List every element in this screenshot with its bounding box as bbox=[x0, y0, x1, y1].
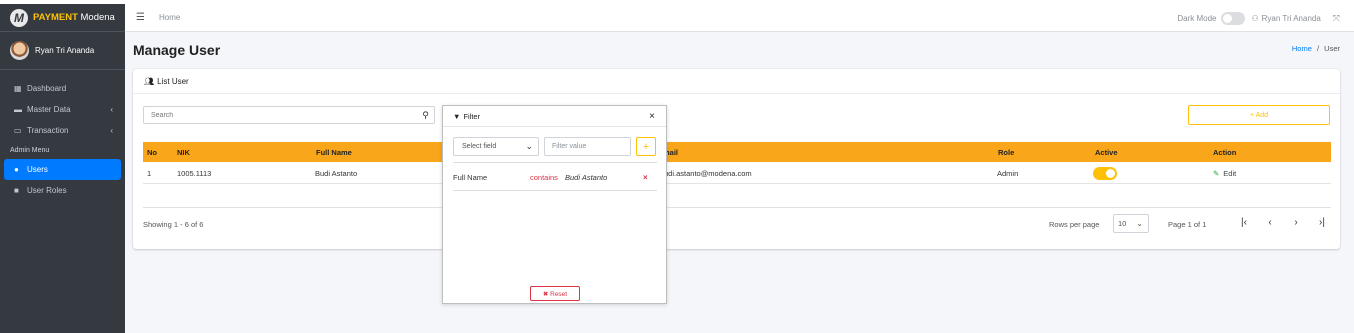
search-box: ⚲ bbox=[143, 106, 435, 124]
filter-value-input[interactable]: Filter value bbox=[544, 137, 631, 156]
divider bbox=[453, 162, 657, 163]
breadcrumb: Home / User bbox=[1292, 44, 1340, 53]
users-icon: 👥︎ bbox=[144, 76, 155, 86]
remove-rule-icon[interactable]: × bbox=[643, 173, 648, 182]
filter-header: ▼ Filter × bbox=[443, 106, 666, 127]
user-panel[interactable]: Ryan Tri Ananda bbox=[0, 32, 125, 70]
card-title: List User bbox=[157, 76, 189, 86]
edit-label: Edit bbox=[1223, 168, 1237, 178]
filter-popup: ▼ Filter × Select field ⌄ Filter value +… bbox=[442, 105, 667, 304]
sidebar-item-dashboard[interactable]: ▦ Dashboard bbox=[4, 78, 121, 99]
topbar-user-name[interactable]: Ryan Tri Ananda bbox=[1262, 14, 1321, 23]
topbar-home-link[interactable]: Home bbox=[159, 13, 180, 22]
sidebar-item-user-roles[interactable]: ■ User Roles bbox=[4, 180, 121, 201]
table-row: 1 1005.1113 Budi Astanto udi.astanto@mod… bbox=[143, 163, 1331, 184]
dark-mode-label: Dark Mode bbox=[1177, 13, 1217, 23]
next-page-icon[interactable]: › bbox=[1283, 217, 1309, 228]
rows-per-page-value: 10 bbox=[1118, 219, 1127, 228]
divider bbox=[143, 207, 1331, 208]
active-toggle[interactable] bbox=[1093, 166, 1117, 180]
topbar-right: Dark Mode ⚇ Ryan Tri Ananda ⤧ bbox=[1177, 4, 1340, 32]
filter-add-button[interactable]: + bbox=[636, 137, 656, 156]
user-icon: ⚇ bbox=[1251, 13, 1259, 23]
fullscreen-icon[interactable]: ⤧ bbox=[1333, 13, 1340, 24]
brand-rest: Modena bbox=[77, 12, 115, 23]
sidebar-user-name: Ryan Tri Ananda bbox=[35, 46, 95, 55]
divider bbox=[453, 190, 657, 191]
filter-rule-value: Budi Astanto bbox=[565, 173, 608, 182]
filter-rule-operator: contains bbox=[530, 173, 558, 182]
sidebar-item-transaction[interactable]: ▭ Transaction ‹ bbox=[4, 120, 121, 141]
breadcrumb-separator: / bbox=[1316, 44, 1320, 53]
col-active[interactable]: Active bbox=[1095, 142, 1118, 162]
filter-field-placeholder: Select field bbox=[462, 143, 497, 150]
cell-no: 1 bbox=[147, 168, 152, 178]
sidebar-section-header: Admin Menu bbox=[10, 146, 50, 154]
chevron-down-icon: ⌄ bbox=[1136, 219, 1143, 228]
sidebar-item-label: Users bbox=[27, 165, 48, 174]
rows-per-page-label: Rows per page bbox=[1049, 220, 1100, 229]
topbar: ☰ Home Dark Mode ⚇ Ryan Tri Ananda ⤧ bbox=[125, 4, 1354, 32]
brand-text: PAYMENT Modena bbox=[33, 12, 115, 23]
sidebar-item-master-data[interactable]: ▬ Master Data ‹ bbox=[4, 99, 121, 120]
page-info: Page 1 of 1 bbox=[1168, 220, 1207, 229]
avatar bbox=[10, 41, 29, 60]
close-icon[interactable]: × bbox=[649, 111, 655, 122]
sidebar-item-label: Dashboard bbox=[27, 84, 67, 93]
col-full-name[interactable]: Full Name bbox=[316, 142, 352, 162]
sidebar-nav: ▦ Dashboard ▬ Master Data ‹ ▭ Transactio… bbox=[0, 70, 125, 209]
filter-title: Filter bbox=[463, 111, 481, 121]
brand-logo-icon: M bbox=[10, 8, 28, 27]
edit-button[interactable]: ✎ Edit bbox=[1213, 163, 1236, 183]
chevron-down-icon: ⌄ bbox=[525, 141, 533, 151]
cell-role: Admin bbox=[997, 168, 1019, 178]
edit-icon: ✎ bbox=[1213, 168, 1220, 178]
users-icon: ● bbox=[14, 165, 19, 174]
add-button[interactable]: + Add bbox=[1188, 105, 1330, 125]
filter-icon: ▼ bbox=[453, 111, 461, 121]
last-page-icon[interactable]: ›| bbox=[1309, 217, 1335, 228]
reset-button[interactable]: ✖ Reset bbox=[530, 286, 580, 301]
lock-icon: ■ bbox=[14, 186, 19, 195]
sidebar-item-label: User Roles bbox=[27, 186, 67, 195]
breadcrumb-home[interactable]: Home bbox=[1292, 44, 1312, 53]
sidebar-item-label: Master Data bbox=[27, 105, 71, 114]
page-title: Manage User bbox=[133, 42, 221, 58]
first-page-icon[interactable]: |‹ bbox=[1231, 217, 1257, 228]
filter-rule-field: Full Name bbox=[453, 173, 488, 182]
card-header: 👥︎ List User bbox=[133, 69, 1340, 94]
sidebar-item-users[interactable]: ● Users bbox=[4, 159, 121, 180]
pagination: |‹ ‹ › ›| bbox=[1231, 217, 1335, 228]
breadcrumb-current: User bbox=[1324, 44, 1340, 53]
card-icon: ▭ bbox=[14, 126, 22, 135]
filter-field-select[interactable]: Select field ⌄ bbox=[453, 137, 539, 156]
brand-strong: PAYMENT bbox=[33, 12, 78, 23]
cell-full-name: Budi Astanto bbox=[315, 168, 358, 178]
cell-email: udi.astanto@modena.com bbox=[664, 168, 752, 178]
col-nik[interactable]: NIK bbox=[177, 142, 190, 162]
prev-page-icon[interactable]: ‹ bbox=[1257, 217, 1283, 228]
showing-count: Showing 1 - 6 of 6 bbox=[143, 220, 204, 229]
grid-icon: ▦ bbox=[14, 84, 22, 93]
dark-mode-toggle[interactable] bbox=[1221, 11, 1246, 25]
cell-active bbox=[1093, 163, 1117, 183]
col-no[interactable]: No bbox=[147, 142, 157, 162]
chevron-left-icon: ‹ bbox=[110, 126, 113, 135]
sidebar-item-label: Transaction bbox=[27, 126, 69, 135]
search-icon[interactable]: ⚲ bbox=[417, 110, 434, 121]
list-user-card: 👥︎ List User ⚲ + Add No NIK Full Name ma… bbox=[133, 69, 1340, 249]
chevron-left-icon: ‹ bbox=[110, 105, 113, 114]
car-icon: ▬ bbox=[14, 105, 22, 114]
filter-rule: Full Name contains Budi Astanto × bbox=[453, 173, 657, 182]
sidebar: M PAYMENT Modena Ryan Tri Ananda ▦ Dashb… bbox=[0, 4, 125, 333]
col-role[interactable]: Role bbox=[998, 142, 1014, 162]
rows-per-page-select[interactable]: 10 ⌄ bbox=[1113, 214, 1149, 233]
brand[interactable]: M PAYMENT Modena bbox=[0, 4, 125, 32]
col-action: Action bbox=[1213, 147, 1237, 157]
hamburger-icon[interactable]: ☰ bbox=[136, 12, 145, 23]
search-input[interactable] bbox=[144, 107, 417, 123]
table-header: No NIK Full Name mail Role Active Action bbox=[143, 142, 1331, 162]
cell-nik: 1005.1113 bbox=[177, 168, 212, 178]
